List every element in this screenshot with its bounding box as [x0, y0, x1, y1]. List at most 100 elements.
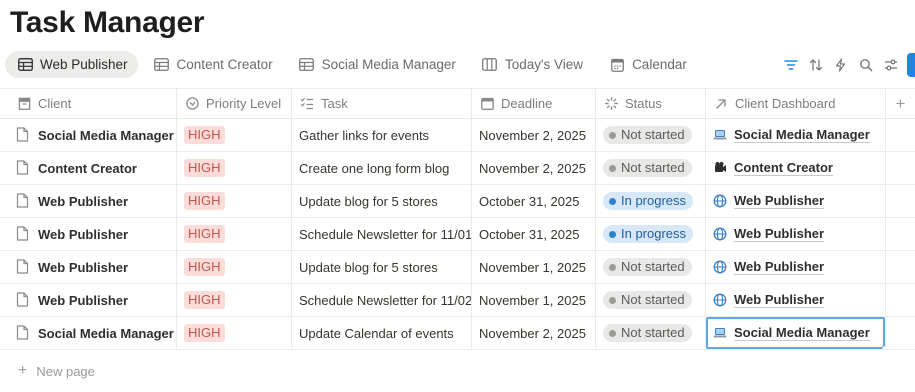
dashboard-cell[interactable]: Content Creator — [706, 152, 886, 184]
status-cell[interactable]: Not started — [596, 251, 706, 283]
calendar-icon — [609, 57, 625, 73]
priority-cell[interactable]: HIGH — [177, 185, 292, 217]
client-name: Web Publisher — [38, 292, 129, 308]
tab-todays-view[interactable]: Today's View — [470, 51, 593, 78]
table-icon — [299, 57, 315, 73]
view-tabs: Web Publisher Content Creator Social Med… — [5, 51, 701, 78]
status-dot — [609, 197, 616, 205]
relation-icon — [16, 96, 32, 112]
dashboard-link[interactable]: Social Media Manager — [713, 325, 870, 341]
new-page-button[interactable]: + New page — [18, 362, 95, 380]
search-icon[interactable] — [853, 53, 878, 77]
dashboard-link[interactable]: Web Publisher — [713, 193, 825, 209]
table-row[interactable]: Social Media Manager HIGH Gather links for… — [0, 119, 915, 152]
deadline-text: November 2, 2025 — [479, 127, 586, 143]
table-row[interactable]: Social Media Manager HIGH Update Calendar … — [0, 317, 915, 350]
task-cell[interactable]: Gather links for events — [292, 119, 472, 151]
status-badge: Not started — [603, 258, 692, 276]
priority-cell[interactable]: HIGH — [177, 284, 292, 316]
table-row[interactable]: Web Publisher HIGH Update blog for 5 store… — [0, 185, 915, 218]
laptop-icon — [713, 128, 727, 142]
priority-cell[interactable]: HIGH — [177, 317, 292, 349]
priority-badge: HIGH — [184, 324, 225, 342]
column-client[interactable]: Client — [0, 89, 177, 118]
status-cell[interactable]: Not started — [596, 317, 706, 349]
priority-cell[interactable]: HIGH — [177, 251, 292, 283]
deadline-cell[interactable]: November 1, 2025 — [472, 284, 596, 316]
client-cell[interactable]: Social Media Manager — [0, 317, 177, 349]
task-cell[interactable]: Update blog for 5 stores — [292, 185, 472, 217]
status-cell[interactable]: In progress — [596, 185, 706, 217]
client-cell[interactable]: Social Media Manager — [0, 119, 177, 151]
table-row[interactable]: Web Publisher HIGH Schedule Newsletter for… — [0, 218, 915, 251]
dashboard-link[interactable]: Web Publisher — [713, 292, 825, 308]
column-priority-level[interactable]: Priority Level — [177, 89, 292, 118]
deadline-cell[interactable]: November 2, 2025 — [472, 152, 596, 184]
dashboard-link[interactable]: Social Media Manager — [713, 127, 870, 143]
table-row[interactable]: Web Publisher HIGH Schedule Newsletter for… — [0, 284, 915, 317]
deadline-cell[interactable]: November 1, 2025 — [472, 251, 596, 283]
deadline-cell[interactable]: November 2, 2025 — [472, 119, 596, 151]
column-task[interactable]: Task — [292, 89, 472, 118]
dashboard-cell[interactable]: Web Publisher — [706, 251, 886, 283]
sort-icon[interactable] — [803, 53, 828, 77]
priority-cell[interactable]: HIGH — [177, 152, 292, 184]
status-cell[interactable]: In progress — [596, 218, 706, 250]
page-icon — [16, 325, 30, 341]
resize-handle[interactable] — [881, 345, 885, 349]
client-name: Social Media Manager — [38, 127, 174, 143]
dashboard-link[interactable]: Content Creator — [713, 160, 833, 176]
filter-icon[interactable] — [778, 53, 803, 77]
page-icon — [16, 292, 30, 308]
task-cell[interactable]: Update blog for 5 stores — [292, 251, 472, 283]
new-button[interactable] — [907, 53, 915, 77]
dashboard-link[interactable]: Web Publisher — [713, 259, 825, 275]
tab-content-creator[interactable]: Content Creator — [142, 51, 283, 78]
task-cell[interactable]: Create one long form blog — [292, 152, 472, 184]
dashboard-cell[interactable]: Social Media Manager — [706, 119, 886, 151]
status-cell[interactable]: Not started — [596, 284, 706, 316]
table-row[interactable]: Content Creator HIGH Create one long form … — [0, 152, 915, 185]
calendar-icon — [479, 96, 495, 112]
tab-social-media-manager[interactable]: Social Media Manager — [287, 51, 466, 78]
client-cell[interactable]: Web Publisher — [0, 185, 177, 217]
task-cell[interactable]: Schedule Newsletter for 11/02 I — [292, 284, 472, 316]
page-title: Task Manager — [10, 6, 205, 39]
tab-label: Social Media Manager — [321, 57, 456, 72]
column-client-dashboard[interactable]: Client Dashboard — [706, 89, 886, 118]
client-cell[interactable]: Web Publisher — [0, 284, 177, 316]
add-column-button[interactable]: + — [886, 89, 915, 118]
table-icon — [17, 57, 33, 73]
deadline-cell[interactable]: October 31, 2025 — [472, 185, 596, 217]
status-cell[interactable]: Not started — [596, 152, 706, 184]
priority-cell[interactable]: HIGH — [177, 119, 292, 151]
settings-icon[interactable] — [878, 53, 903, 77]
task-text: Update blog for 5 stores — [299, 193, 438, 209]
status-dot — [609, 230, 616, 238]
priority-cell[interactable]: HIGH — [177, 218, 292, 250]
client-name: Social Media Manager — [38, 325, 174, 341]
tab-calendar[interactable]: Calendar — [597, 51, 697, 78]
task-cell[interactable]: Schedule Newsletter for 11/01 I — [292, 218, 472, 250]
dashboard-cell[interactable]: Web Publisher — [706, 218, 886, 250]
automation-icon[interactable] — [828, 53, 853, 77]
priority-badge: HIGH — [184, 192, 225, 210]
dashboard-cell[interactable]: Web Publisher — [706, 284, 886, 316]
table-row[interactable]: Web Publisher HIGH Update blog for 5 store… — [0, 251, 915, 284]
deadline-cell[interactable]: October 31, 2025 — [472, 218, 596, 250]
dashboard-link[interactable]: Web Publisher — [713, 226, 825, 242]
tab-web-publisher[interactable]: Web Publisher — [5, 51, 138, 78]
client-cell[interactable]: Content Creator — [0, 152, 177, 184]
task-cell[interactable]: Update Calendar of events — [292, 317, 472, 349]
status-cell[interactable]: Not started — [596, 119, 706, 151]
column-status[interactable]: Status — [596, 89, 706, 118]
dashboard-cell[interactable]: Web Publisher — [706, 185, 886, 217]
table-header: Client Priority Level Task Deadline Stat… — [0, 88, 915, 119]
deadline-cell[interactable]: November 2, 2025 — [472, 317, 596, 349]
client-cell[interactable]: Web Publisher — [0, 251, 177, 283]
client-name: Content Creator — [38, 160, 137, 176]
column-deadline[interactable]: Deadline — [472, 89, 596, 118]
dashboard-cell[interactable]: Social Media Manager — [706, 317, 886, 349]
client-cell[interactable]: Web Publisher — [0, 218, 177, 250]
page-icon — [16, 160, 30, 176]
